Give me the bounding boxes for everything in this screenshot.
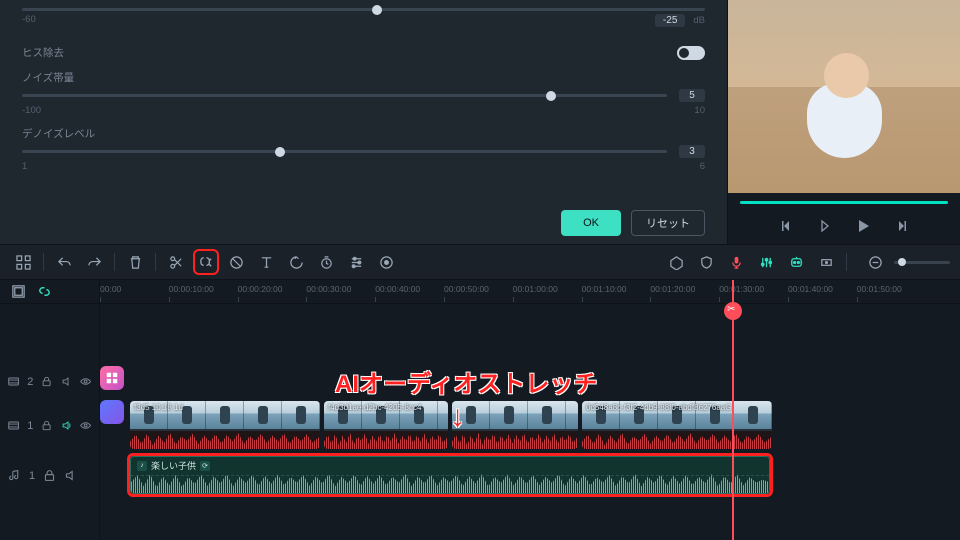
denoise-max: 6	[700, 161, 705, 172]
track-index: 2	[27, 376, 33, 388]
microphone-icon[interactable]	[723, 249, 749, 275]
ruler-tick: 00:01:10:00	[582, 284, 627, 294]
noise-amount-value: 5	[679, 89, 705, 102]
rect-marker-icon[interactable]	[813, 249, 839, 275]
preview-viewport[interactable]	[728, 0, 960, 193]
clip-handle[interactable]	[100, 400, 124, 424]
ruler-tick: 00:01:50:00	[857, 284, 902, 294]
volume-slider[interactable]	[22, 8, 705, 11]
audio-stretch-icon[interactable]	[193, 249, 219, 275]
audio-clip[interactable]: ♪ 楽しい子供 ⟳	[130, 456, 770, 494]
lock-icon[interactable]	[41, 419, 52, 432]
video-clip[interactable]: f3d5 10:18 1d	[130, 401, 320, 449]
music-note-icon: ♪	[137, 461, 147, 471]
playhead[interactable]: ✂	[732, 280, 734, 540]
ruler-tick: 00:00:30:00	[306, 284, 351, 294]
video-icon	[8, 375, 19, 388]
hiss-removal-label: ヒス除去	[22, 45, 64, 60]
ruler-tick: 00:01:00:00	[513, 284, 558, 294]
ruler-tick: 00:00:50:00	[444, 284, 489, 294]
lock-icon[interactable]	[41, 375, 52, 388]
video-clip[interactable]	[452, 401, 578, 449]
ruler-tick: 00:01:30:00	[719, 284, 764, 294]
audio-track-1-lane[interactable]: ♪ 楽しい子供 ⟳	[100, 452, 960, 500]
audio-clip-label: 楽しい子供	[151, 459, 196, 472]
timeline-menu-icon[interactable]	[10, 284, 26, 300]
zoom-slider[interactable]	[894, 261, 950, 264]
noise-max: 10	[694, 105, 705, 116]
volume-unit: dB	[693, 15, 705, 26]
track-index: 1	[29, 470, 35, 482]
speed-back-icon[interactable]	[283, 249, 309, 275]
video-clip[interactable]: f4d3d1ae-d2bc-4205-8cc4	[324, 401, 448, 449]
adjust-icon[interactable]	[343, 249, 369, 275]
preview-panel	[728, 0, 960, 244]
mute-icon[interactable]	[64, 469, 77, 482]
prev-frame-button[interactable]	[779, 218, 795, 234]
video-track-1-header[interactable]: 1	[0, 400, 99, 452]
timer-icon[interactable]	[313, 249, 339, 275]
lock-icon[interactable]	[43, 469, 56, 482]
timeline: 2 1 1 00:00 00:00:10:00 00:00:20:00 00:00:3…	[0, 280, 960, 540]
denoise-level-value: 3	[679, 145, 705, 158]
preview-progress[interactable]	[740, 201, 948, 204]
video-clip[interactable]: 0d548a8c-f3f2-4db9-88f0-abdf86276aaG	[582, 401, 772, 449]
zoom-out-icon[interactable]	[862, 249, 888, 275]
video-track-2-lane[interactable]	[100, 364, 960, 400]
split-icon[interactable]	[163, 249, 189, 275]
redo-icon[interactable]	[81, 249, 107, 275]
track-index: 1	[27, 420, 33, 432]
eye-icon[interactable]	[80, 419, 91, 432]
ruler-tick: 00:01:40:00	[788, 284, 833, 294]
noise-amount-label: ノイズ帯量	[22, 70, 705, 85]
noise-min: -100	[22, 105, 41, 116]
text-icon[interactable]	[253, 249, 279, 275]
music-note-icon	[8, 469, 21, 482]
layout-icon[interactable]	[10, 249, 36, 275]
ruler-tick: 00:00:40:00	[375, 284, 420, 294]
denoise-level-label: デノイズレベル	[22, 126, 705, 141]
stretch-badge-icon: ⟳	[200, 461, 210, 471]
next-frame-button[interactable]	[893, 218, 909, 234]
track-spacer	[0, 304, 99, 364]
eye-icon[interactable]	[80, 375, 91, 388]
ruler-tick: 00:00:10:00	[169, 284, 214, 294]
ruler-tick: 00:00	[100, 284, 121, 294]
keyframe-icon[interactable]	[373, 249, 399, 275]
video-track-1-lane[interactable]: f3d5 10:18 1df4d3d1ae-d2bc-4205-8cc4 0d54…	[100, 400, 960, 452]
volume-value: -25	[655, 14, 685, 27]
timeline-toolbar	[0, 244, 960, 280]
shield-icon[interactable]	[693, 249, 719, 275]
mute-icon[interactable]	[61, 375, 72, 388]
link-icon[interactable]	[36, 284, 52, 300]
volume-slider-row: -60 -25 dB	[22, 8, 705, 27]
undo-icon[interactable]	[51, 249, 77, 275]
volume-min: -60	[22, 14, 36, 27]
mute-icon[interactable]	[61, 419, 72, 432]
denoise-min: 1	[22, 161, 27, 172]
ruler-tick: 00:01:20:00	[650, 284, 695, 294]
video-icon	[8, 419, 19, 432]
reset-button[interactable]: リセット	[631, 210, 705, 236]
denoise-level-slider[interactable]	[22, 150, 667, 153]
prohibit-icon[interactable]	[223, 249, 249, 275]
play-button[interactable]	[855, 218, 871, 234]
video-track-2-header[interactable]: 2	[0, 364, 99, 400]
tag-icon[interactable]	[663, 249, 689, 275]
clip-handle[interactable]	[100, 366, 124, 390]
mixer-icon[interactable]	[753, 249, 779, 275]
audio-properties-panel: -60 -25 dB ヒス除去 ノイズ帯量 5	[0, 0, 728, 244]
hiss-removal-toggle[interactable]	[677, 46, 705, 60]
noise-amount-slider[interactable]	[22, 94, 667, 97]
timeline-ruler[interactable]: 00:00 00:00:10:00 00:00:20:00 00:00:30:00 00…	[100, 280, 960, 304]
ok-button[interactable]: OK	[561, 210, 621, 236]
delete-icon[interactable]	[122, 249, 148, 275]
play-in-button[interactable]	[817, 218, 833, 234]
ai-icon[interactable]	[783, 249, 809, 275]
audio-track-1-header[interactable]: 1	[0, 452, 99, 500]
ruler-tick: 00:00:20:00	[238, 284, 283, 294]
